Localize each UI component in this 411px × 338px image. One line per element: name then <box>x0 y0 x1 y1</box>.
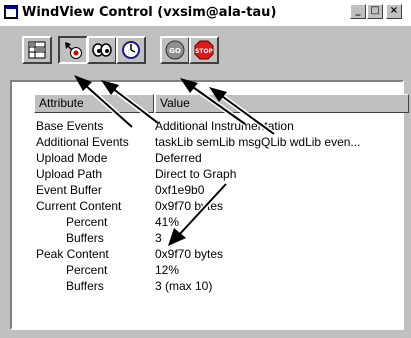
value-cell: 0x9f70 bytes <box>155 247 224 261</box>
attribute-cell: Additional Events <box>36 135 129 149</box>
attribute-cell: Current Content <box>36 199 122 213</box>
title-bar[interactable]: WindView Control (vxsim@ala-tau) _ □ × <box>0 0 411 26</box>
table-row[interactable]: Additional Events taskLib semLib msgQLib… <box>36 134 406 150</box>
table-row[interactable]: Buffers 3 <box>36 230 406 246</box>
attribute-cell: Buffers <box>66 231 104 245</box>
table-row[interactable]: Upload Mode Deferred <box>36 150 406 166</box>
value-cell: 0xf1e9b0 <box>155 183 205 197</box>
value-cell: Direct to Graph <box>155 167 237 181</box>
value-cell: 3 (max 10) <box>155 279 213 293</box>
table-row[interactable]: Percent 12% <box>36 262 406 278</box>
table-row[interactable]: Current Content 0x9f70 bytes <box>36 198 406 214</box>
close-button[interactable]: × <box>386 4 402 19</box>
table-row[interactable]: Peak Content 0x9f70 bytes <box>36 246 406 262</box>
stop-icon: STOP <box>194 40 214 60</box>
table-row[interactable]: Upload Path Direct to Graph <box>36 166 406 182</box>
event-button[interactable] <box>58 36 88 64</box>
value-cell: 12% <box>155 263 180 277</box>
column-header-value[interactable]: Value <box>155 94 409 113</box>
attribute-cell: Percent <box>66 263 108 277</box>
arrow-target-icon <box>65 42 82 59</box>
stop-button[interactable]: STOP <box>189 36 219 64</box>
attribute-cell: Upload Mode <box>36 151 108 165</box>
column-header-attribute[interactable]: Attribute <box>34 94 154 113</box>
go-icon: GO <box>165 40 185 60</box>
attribute-cell: Event Buffer <box>36 183 102 197</box>
windview-control-window: WindView Control (vxsim@ala-tau) _ □ × G… <box>0 0 411 338</box>
window-title: WindView Control (vxsim@ala-tau) <box>22 5 277 20</box>
value-cell: Deferred <box>155 151 202 165</box>
table-row[interactable]: Buffers 3 (max 10) <box>36 278 406 294</box>
app-window-icon[interactable] <box>4 5 18 19</box>
attribute-cell: Percent <box>66 215 108 229</box>
go-label: GO <box>169 47 181 55</box>
value-cell: 0x9f70 bytes <box>155 199 224 213</box>
minimize-button[interactable]: _ <box>350 4 366 19</box>
eyes-icon <box>92 43 112 57</box>
config-button[interactable] <box>22 36 52 64</box>
table-row[interactable]: Percent 41% <box>36 214 406 230</box>
go-button[interactable]: GO <box>160 36 190 64</box>
maximize-button[interactable]: □ <box>367 4 383 19</box>
value-cell: taskLib semLib msgQLib wdLib even... <box>155 135 361 149</box>
view-button[interactable] <box>87 36 117 64</box>
attribute-cell: Upload Path <box>36 167 103 181</box>
clock-icon <box>122 41 140 59</box>
value-cell: 3 <box>155 231 162 245</box>
stop-label: STOP <box>195 48 214 55</box>
value-cell: Additional Instrumentation <box>155 119 294 133</box>
value-cell: 41% <box>155 215 180 229</box>
attribute-cell: Peak Content <box>36 247 109 261</box>
attribute-cell: Base Events <box>36 119 104 133</box>
attribute-cell: Buffers <box>66 279 104 293</box>
table-row[interactable]: Base Events Additional Instrumentation <box>36 118 406 134</box>
table-row[interactable]: Event Buffer 0xf1e9b0 <box>36 182 406 198</box>
grid-icon <box>28 41 46 59</box>
clock-button[interactable] <box>116 36 146 64</box>
